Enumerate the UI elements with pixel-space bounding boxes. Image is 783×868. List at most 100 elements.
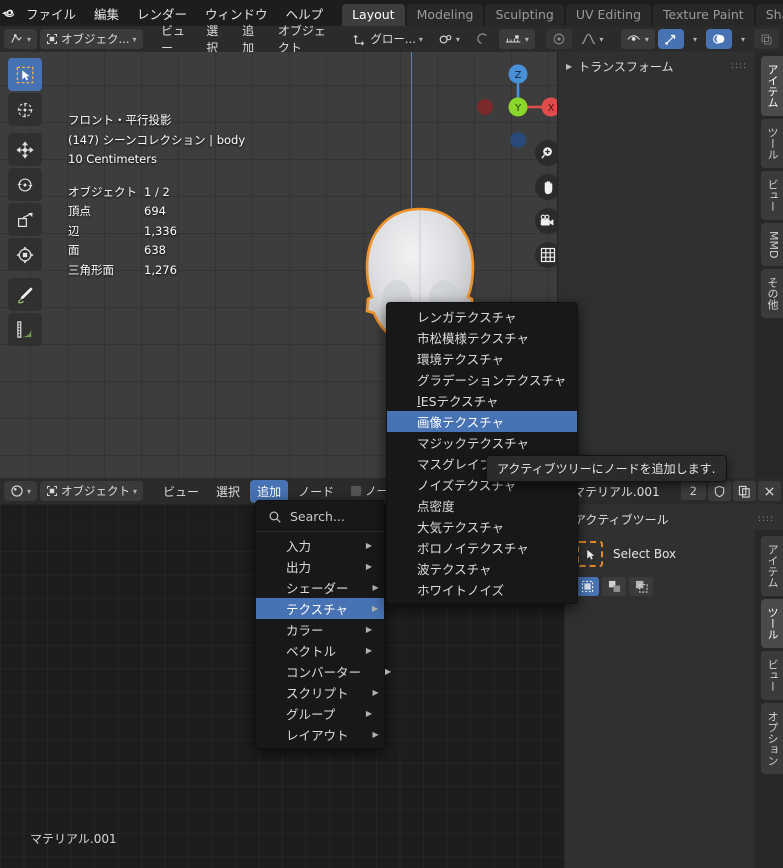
add-menu-item-shader[interactable]: シェーダー ▶ [256,577,384,598]
falloff-curve-selector[interactable]: ▾ [575,29,609,49]
gizmo-icon [664,32,678,46]
transform-orientation-selector[interactable]: グロー... ▾ [347,29,428,49]
tool-measure[interactable] [8,313,42,346]
snap-increment-selector[interactable]: ▾ [498,29,535,49]
node-sidebar-tab-item[interactable]: アイテム [761,536,783,596]
node-sidebar-tab-options[interactable]: オプション [761,703,783,774]
snap-selector[interactable]: ▾ [432,29,466,49]
add-menu-item-input[interactable]: 入力 ▶ [256,535,384,556]
unlink-close-icon[interactable] [758,481,781,501]
chevron-right-icon: ▶ [365,709,372,718]
tool-scale[interactable] [8,203,42,236]
mode-extend-icon[interactable] [602,577,626,596]
texture-item-brick[interactable]: レンガテクスチャ [387,306,577,327]
tab-uv-editing[interactable]: UV Editing [565,4,652,26]
add-menu-item-script[interactable]: スクリプト ▶ [256,682,384,703]
add-menu-item-vector[interactable]: ベクトル ▶ [256,640,384,661]
tool-select-box[interactable] [8,58,42,91]
sidebar-tab-tool[interactable]: ツール [761,119,783,168]
sidebar-tab-other[interactable]: その他 [761,269,783,319]
texture-item-wave[interactable]: 波テクスチャ [387,558,577,579]
pivot-point-icon [552,32,566,46]
active-tool-header[interactable]: アクティブツール :::: [565,504,783,535]
editor-type-selector[interactable]: ▾ [4,29,38,49]
texture-item-ies[interactable]: I ESテクスチャ [387,390,577,411]
stat-row-edges: 辺 1,336 [68,223,177,238]
add-menu-item-color[interactable]: カラー ▶ [256,619,384,640]
add-menu-item-output[interactable]: 出力 ▶ [256,556,384,577]
tab-modeling[interactable]: Modeling [406,4,484,26]
node-editor-type-selector[interactable]: ▾ [4,481,38,501]
view-name-label: フロント・平行投影 [68,113,172,127]
texture-item-checker[interactable]: 市松模様テクスチャ [387,327,577,348]
texture-item-sky[interactable]: 大気テクスチャ [387,516,577,537]
material-name[interactable]: マテリアル.001 [573,483,681,500]
chevron-down-icon: ▾ [692,34,697,44]
blender-logo-icon[interactable] [0,0,17,26]
shader-type-label: オブジェクト [61,484,131,498]
transform-panel-header[interactable]: ▶ トランスフォーム :::: [558,52,755,81]
tab-shading[interactable]: Shading [755,4,783,26]
select-mode-row [565,573,783,600]
node-sidebar-tab-view[interactable]: ビュー [761,651,783,700]
texture-item-voronoi[interactable]: ボロノイテクスチャ [387,537,577,558]
tool-cursor[interactable] [8,93,42,126]
texture-item-environment[interactable]: 環境テクスチャ [387,348,577,369]
move-icon [16,140,34,159]
tool-annotate[interactable] [8,278,42,311]
chevron-right-icon: ▶ [372,688,379,697]
viewport-sidebar-panel: ▶ トランスフォーム :::: [557,52,755,478]
transform-icon [16,245,34,264]
gizmo-toggle[interactable] [657,29,684,49]
node-sidebar-tabs: アイテム ツール ビュー オプション [755,530,783,868]
node-sidebar-tab-tool[interactable]: ツール [761,599,783,648]
texture-item-white-noise[interactable]: ホワイトノイズ [387,579,577,600]
add-menu-item-converter[interactable]: コンバーター ▶ [256,661,391,682]
tool-rotate[interactable] [8,168,42,201]
menu-edit[interactable]: 編集 [85,1,128,26]
mode-new-icon[interactable] [575,577,599,596]
gizmo-dropdown[interactable]: ▾ [687,29,703,49]
fake-user-shield-icon[interactable] [708,481,731,501]
chevron-down-icon: ▾ [27,486,32,496]
top-bar: ファイル 編集 レンダー ウィンドウ ヘルプ Layout Modeling S… [0,0,783,26]
node-properties-panel: マテリアル.001 2 アクティブツール :::: Select Box アイテ… [565,478,783,868]
tab-texture-paint[interactable]: Texture Paint [653,4,754,26]
texture-item-image[interactable]: 画像テクスチャ [387,411,577,432]
material-user-count[interactable]: 2 [680,482,706,500]
overlays-toggle[interactable] [705,29,732,49]
tool-transform[interactable] [8,238,42,271]
new-material-copy-icon[interactable] [733,481,756,501]
shader-type-selector[interactable]: オブジェクト ▾ [40,481,144,501]
sidebar-tab-mmd[interactable]: MMD [761,223,783,267]
texture-item-magic[interactable]: マジックテクスチャ [387,432,577,453]
add-menu-item-group[interactable]: グループ ▶ [256,703,384,724]
proportional-editing-toggle[interactable] [469,29,496,49]
overlays-dropdown[interactable]: ▾ [735,29,751,49]
tab-sculpting[interactable]: Sculpting [485,4,564,26]
texture-item-point-density[interactable]: 点密度 [387,495,577,516]
sidebar-tab-view[interactable]: ビュー [761,171,783,220]
visibility-selector[interactable]: ▾ [620,29,655,49]
node-menu-select[interactable]: 選択 [209,480,247,503]
active-tool-row[interactable]: Select Box [565,535,783,573]
add-menu-item-layout[interactable]: レイアウト ▶ [256,724,384,745]
select-box-tool-icon [577,541,603,567]
tab-layout[interactable]: Layout [342,4,405,26]
tool-move[interactable] [8,133,42,166]
sidebar-tab-item[interactable]: アイテム [761,56,783,116]
texture-submenu[interactable]: レンガテクスチャ 市松模様テクスチャ 環境テクスチャ グラデーションテクスチャ … [386,302,578,604]
texture-item-gradient[interactable]: グラデーションテクスチャ [387,369,577,390]
active-tool-name: Select Box [613,547,677,561]
chevron-down-icon: ▾ [599,34,604,44]
add-node-menu[interactable]: Search... 入力 ▶ 出力 ▶ シェーダー ▶ テクスチャ ▶ カラー … [255,500,391,749]
mode-subtract-icon[interactable] [629,577,653,596]
pivot-point-selector[interactable] [546,29,573,49]
node-search-field[interactable]: Search... [256,504,384,532]
node-menu-view[interactable]: ビュー [156,480,206,503]
show-hide-icon [627,33,642,46]
add-menu-item-texture[interactable]: テクスチャ ▶ [256,598,384,619]
interaction-mode-selector[interactable]: オブジェク... ▾ [40,29,143,49]
menu-file[interactable]: ファイル [17,1,85,26]
xray-toggle[interactable] [753,29,779,49]
